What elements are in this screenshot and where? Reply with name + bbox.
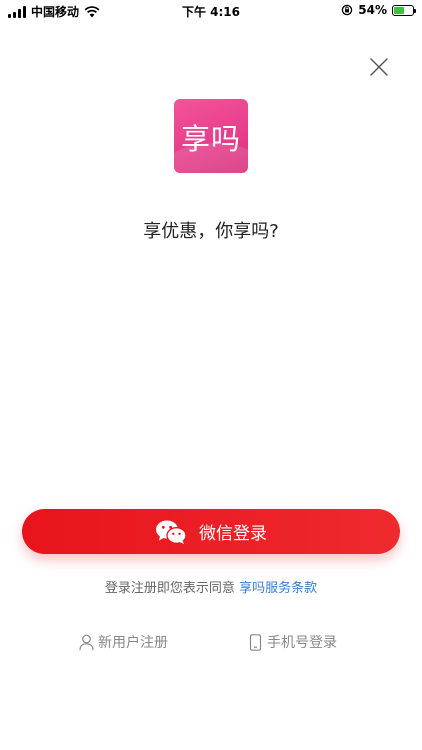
terms-link[interactable]: 享吗服务条款 xyxy=(239,581,317,596)
phone-icon xyxy=(249,633,262,651)
rotation-lock-icon xyxy=(342,4,353,16)
status-bar: 中国移动 下午 4:16 54% xyxy=(0,0,422,22)
bottom-links: 新用户注册 手机号登录 xyxy=(0,632,422,654)
battery-icon xyxy=(392,4,416,16)
tagline: 享优惠，你享吗? xyxy=(143,221,279,242)
agreement-text: 登录注册即您表示同意 享吗服务条款 xyxy=(0,577,422,596)
phone-login-link[interactable]: 手机号登录 xyxy=(248,632,337,652)
close-icon[interactable] xyxy=(368,56,390,78)
wechat-login-button[interactable]: 微信登录 xyxy=(22,509,400,554)
battery-fill xyxy=(394,6,404,14)
register-label: 新用户注册 xyxy=(98,635,168,651)
logo-text: 享吗 xyxy=(180,122,241,156)
status-right: 54% xyxy=(341,3,416,17)
wechat-login-label: 微信登录 xyxy=(199,524,267,544)
battery-percent: 54% xyxy=(358,3,387,17)
app-logo: 享吗 xyxy=(174,99,248,173)
register-link[interactable]: 新用户注册 xyxy=(79,632,168,652)
agreement-prefix: 登录注册即您表示同意 xyxy=(104,581,235,596)
phone-login-label: 手机号登录 xyxy=(267,635,337,651)
wechat-icon xyxy=(156,520,187,544)
user-icon xyxy=(79,634,94,650)
